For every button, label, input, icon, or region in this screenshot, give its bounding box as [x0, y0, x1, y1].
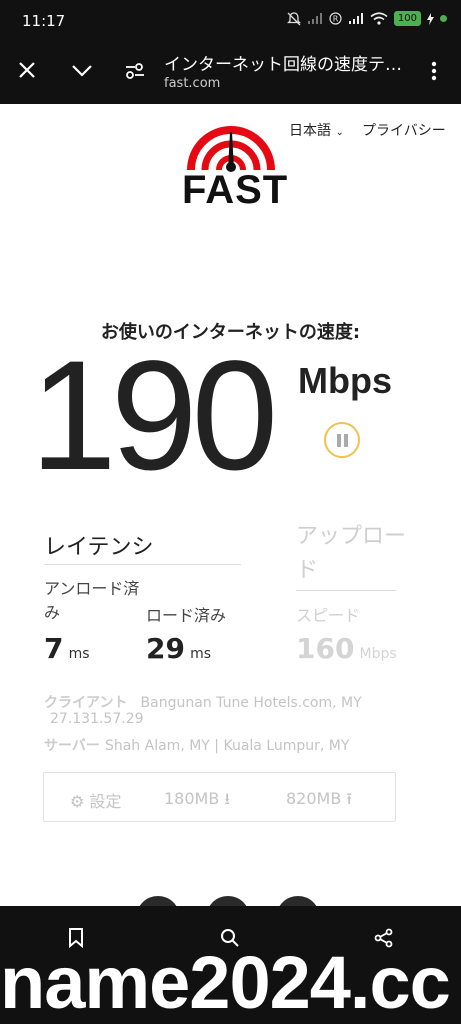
upload-icon: ⭱: [346, 789, 353, 808]
latency-divider: [44, 564, 241, 565]
privacy-link[interactable]: プライバシー: [362, 120, 446, 140]
upload-speed-value: 160: [296, 632, 355, 665]
client-value: Bangunan Tune Hotels.com, MY: [140, 695, 362, 711]
page-info-icon[interactable]: [124, 62, 146, 80]
loaded-latency: 29 ms: [146, 632, 211, 665]
signal-icon: [348, 12, 363, 24]
status-icons: R 100: [286, 11, 447, 26]
pause-button[interactable]: [324, 422, 360, 458]
unloaded-latency-unit: ms: [68, 646, 90, 662]
latency-title: レイテンシ: [44, 535, 154, 560]
upload-divider: [296, 590, 396, 591]
chevron-down-icon: ⌄: [335, 127, 344, 138]
server-info: サーバー Shah Alam, MY | Kuala Lumpur, MY: [44, 735, 349, 755]
loaded-latency-label: ロード済み: [146, 606, 227, 625]
download-size-value: 180MB: [164, 789, 220, 808]
page-url[interactable]: fast.com: [164, 76, 220, 91]
signal-off-icon: [307, 12, 322, 24]
more-menu-icon[interactable]: [430, 61, 438, 81]
download-size: 180MB ⭳: [164, 788, 230, 815]
browser-chrome: 11:17 R 100 インターネット回線の速度テ… fast.com: [0, 0, 461, 104]
upload-speed-unit: Mbps: [359, 646, 397, 662]
upload-title: アップロード: [296, 524, 407, 583]
language-selector[interactable]: 日本語 ⌄: [289, 120, 344, 140]
close-icon[interactable]: [18, 61, 36, 79]
loaded-latency-unit: ms: [190, 646, 211, 662]
fast-logo-text[interactable]: FAST: [182, 168, 288, 213]
language-label: 日本語: [289, 123, 331, 139]
settings-button[interactable]: ⚙ 設定: [70, 788, 121, 812]
mute-bell-icon: [286, 11, 301, 25]
unloaded-latency-label: アンロード済み: [44, 579, 140, 622]
client-info: クライアント Bangunan Tune Hotels.com, MY: [44, 692, 362, 712]
svg-text:R: R: [333, 15, 339, 24]
battery-icon: 100: [393, 11, 421, 26]
speed-units: Mbps: [298, 360, 392, 401]
watermark: name2024.cc: [0, 941, 451, 1024]
chevron-down-icon[interactable]: [71, 64, 93, 78]
upload-size: 820MB ⭱: [286, 788, 352, 815]
unloaded-latency-value: 7: [44, 632, 64, 665]
client-label: クライアント: [44, 695, 128, 711]
page-title[interactable]: インターネット回線の速度テ…: [164, 50, 414, 75]
settings-label: 設定: [89, 792, 122, 811]
upload-speed: 160 Mbps: [296, 632, 397, 665]
registered-icon: R: [329, 12, 342, 25]
charging-icon: [427, 12, 434, 25]
upload-speed-label: スピード: [296, 606, 361, 625]
status-time: 11:17: [22, 12, 66, 30]
unloaded-latency: 7 ms: [44, 632, 90, 665]
upload-size-value: 820MB: [286, 789, 342, 808]
privacy-indicator-dot: [440, 15, 447, 22]
gear-icon: ⚙: [70, 792, 85, 811]
download-icon: ⭳: [224, 789, 231, 808]
server-label: サーバー: [44, 738, 100, 754]
wifi-icon: [370, 12, 388, 25]
loaded-latency-value: 29: [146, 632, 185, 665]
fast-logo-icon[interactable]: [183, 118, 279, 174]
server-value: Shah Alam, MY | Kuala Lumpur, MY: [104, 738, 350, 754]
speed-value: 190: [30, 329, 278, 503]
client-ip: 27.131.57.29: [50, 711, 144, 727]
